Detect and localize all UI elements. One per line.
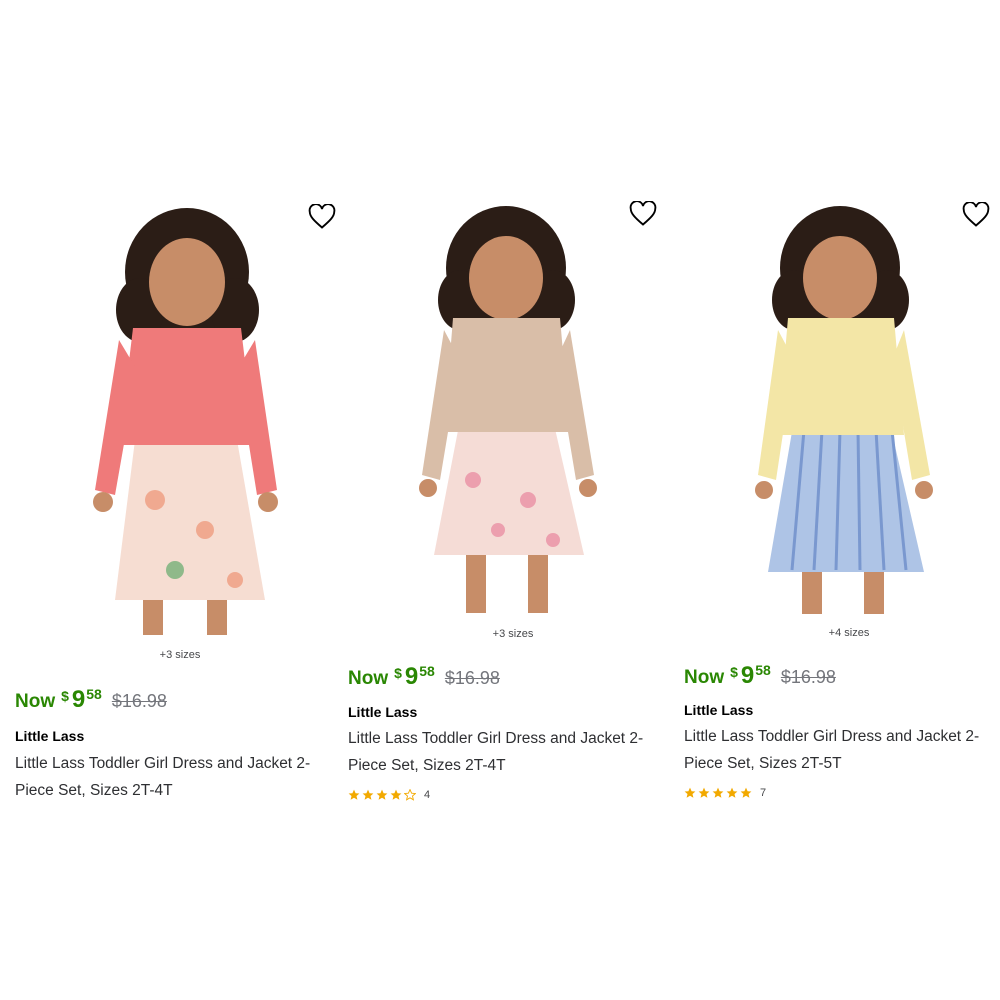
product-image[interactable]: [684, 200, 1000, 660]
review-count: 4: [424, 789, 431, 801]
price-cents: 58: [755, 662, 771, 678]
brand-name: Little Lass: [15, 728, 85, 744]
star-rating[interactable]: 4: [348, 789, 430, 801]
favorite-heart-icon[interactable]: [962, 202, 990, 228]
favorite-heart-icon[interactable]: [308, 204, 336, 230]
star-filled-icon: [376, 789, 388, 800]
size-options-note[interactable]: +3 sizes: [15, 649, 345, 661]
star-rating[interactable]: 7: [684, 787, 766, 799]
product-title[interactable]: Little Lass Toddler Girl Dress and Jacke…: [348, 725, 678, 779]
size-options-note[interactable]: +3 sizes: [348, 628, 678, 640]
star-filled-icon: [698, 787, 710, 798]
star-filled-icon: [362, 789, 374, 800]
stars: [348, 789, 418, 801]
currency-symbol: $: [394, 665, 402, 681]
star-filled-icon: [348, 789, 360, 800]
currency-symbol: $: [61, 688, 69, 704]
was-price: $16.98: [780, 667, 836, 687]
now-label: Now: [348, 668, 389, 689]
was-price: $16.98: [444, 668, 500, 688]
price-dollars: 9: [404, 663, 419, 690]
star-filled-icon: [712, 787, 724, 798]
product-title[interactable]: Little Lass Toddler Girl Dress and Jacke…: [684, 723, 1000, 777]
product-title[interactable]: Little Lass Toddler Girl Dress and Jacke…: [15, 750, 345, 804]
price-dollars: 9: [740, 662, 755, 689]
review-count: 7: [760, 787, 767, 799]
now-label: Now: [15, 691, 56, 712]
price-cents: 58: [86, 686, 102, 702]
star-filled-icon: [726, 787, 738, 798]
star-empty-icon: [404, 789, 416, 801]
brand-name: Little Lass: [348, 704, 418, 720]
product-image[interactable]: [15, 200, 345, 660]
size-options-note[interactable]: +4 sizes: [684, 627, 1000, 639]
price: Now $ 9 58 $16.98: [684, 662, 836, 690]
now-label: Now: [684, 667, 725, 688]
brand-name: Little Lass: [684, 702, 754, 718]
star-filled-icon: [740, 787, 752, 798]
star-filled-icon: [684, 787, 696, 798]
stars: [684, 787, 754, 799]
favorite-heart-icon[interactable]: [629, 201, 657, 227]
price-dollars: 9: [71, 686, 86, 713]
price-cents: 58: [419, 663, 435, 679]
was-price: $16.98: [111, 691, 167, 711]
product-image[interactable]: [348, 200, 678, 660]
currency-symbol: $: [730, 664, 738, 680]
price: Now $ 9 58 $16.98: [348, 663, 500, 691]
star-filled-icon: [390, 789, 402, 800]
price: Now $ 9 58 $16.98: [15, 686, 167, 714]
